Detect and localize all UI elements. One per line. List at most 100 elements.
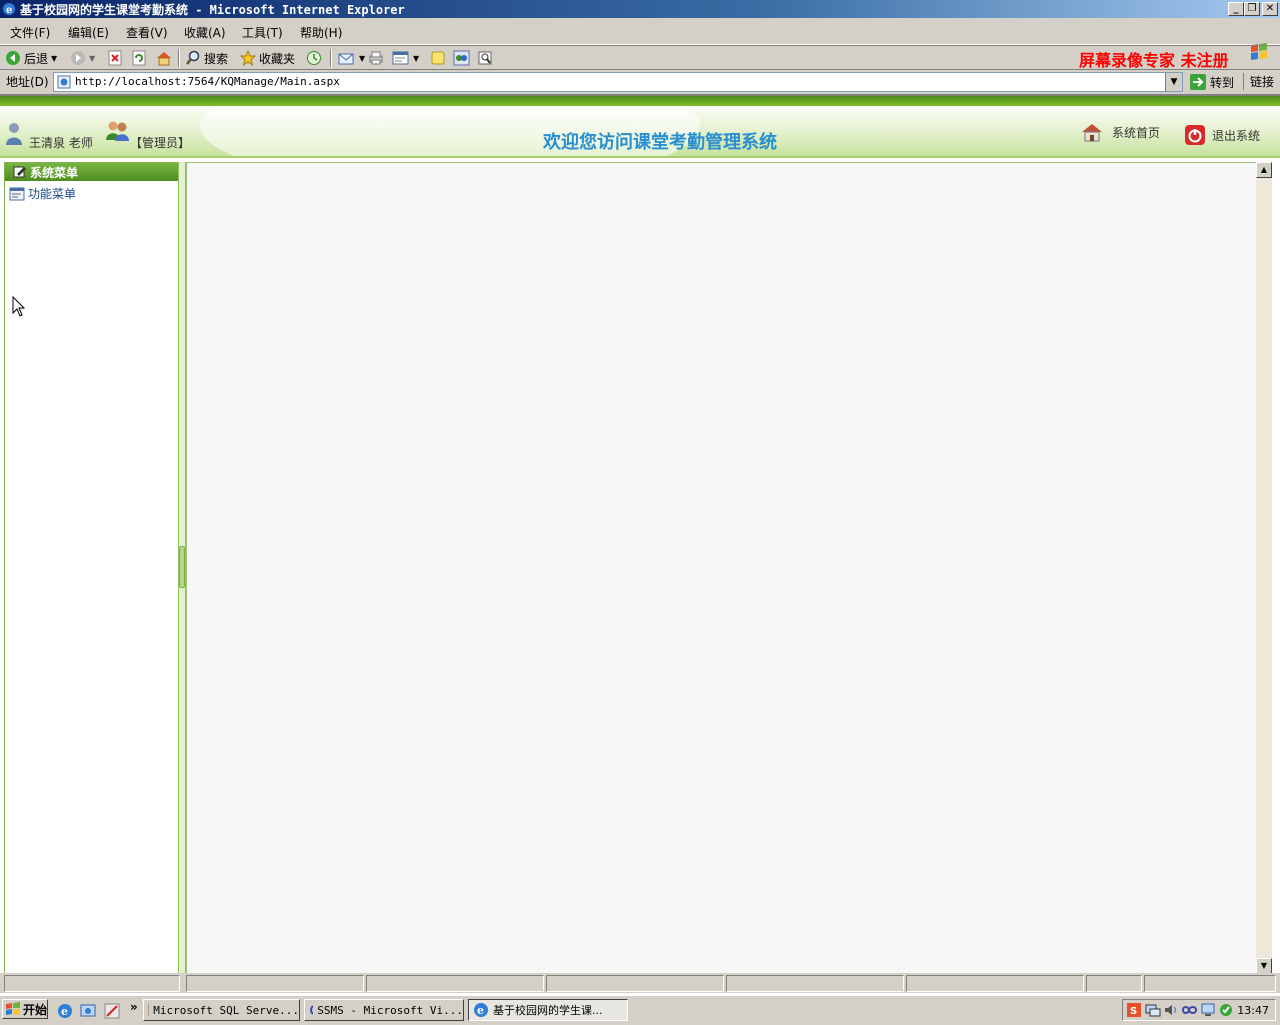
stop-icon (108, 50, 122, 66)
discuss-button[interactable] (430, 49, 446, 67)
sidebar-header: 系统菜单 (5, 163, 178, 181)
menu-view[interactable]: 查看(V) (126, 24, 168, 41)
window-title-bar[interactable]: e 基于校园网的学生课堂考勤系统 - Microsoft Internet Ex… (0, 0, 1280, 18)
minimize-button[interactable]: _ (1228, 2, 1244, 16)
windows-flag-icon (5, 1002, 21, 1016)
menu-list-icon (9, 187, 25, 201)
print-button[interactable] (368, 49, 384, 67)
status-bar (0, 973, 1280, 993)
history-button[interactable] (306, 49, 322, 67)
menu-file[interactable]: 文件(F) (10, 24, 50, 41)
close-button[interactable]: ✕ (1262, 2, 1278, 16)
vertical-scrollbar[interactable]: ▲ ▼ (1256, 162, 1272, 974)
sidebar-item-function-menu[interactable]: 功能菜单 (9, 185, 76, 202)
svg-text:e: e (6, 5, 12, 16)
scroll-up-icon[interactable]: ▲ (1256, 162, 1272, 178)
mail-button[interactable]: ▼ (338, 49, 365, 67)
computer-tray-icon[interactable] (1201, 1003, 1215, 1020)
system-home-label: 系统首页 (1112, 124, 1160, 141)
sound-icon[interactable] (1163, 1003, 1179, 1020)
search-label: 搜索 (204, 50, 228, 67)
go-button[interactable]: 转到 (1189, 73, 1234, 91)
stop-button[interactable] (108, 49, 122, 67)
svg-text:e: e (477, 1004, 484, 1017)
logout-label: 退出系统 (1212, 127, 1260, 144)
refresh-icon (132, 50, 146, 66)
go-arrow-icon (1189, 73, 1207, 91)
menu-edit[interactable]: 编辑(E) (68, 24, 109, 41)
security-tray-icon[interactable] (1219, 1003, 1233, 1020)
back-label: 后退 (24, 50, 48, 67)
taskbar-item-label: 基于校园网的学生课... (493, 1002, 603, 1018)
start-button[interactable]: 开始 (2, 999, 48, 1019)
quicklaunch-overflow-icon[interactable]: » (130, 1000, 138, 1014)
messenger-button[interactable] (453, 49, 471, 67)
mouse-cursor-icon (12, 296, 26, 321)
edit-note-icon (13, 166, 27, 178)
status-cell (366, 975, 544, 992)
system-home-link[interactable]: 系统首页 (1080, 122, 1160, 142)
frame-splitter[interactable] (178, 162, 186, 974)
taskbar-item-label: Microsoft SQL Serve... (153, 1004, 299, 1017)
history-icon (306, 50, 322, 66)
forward-button[interactable]: ▼ (70, 49, 95, 67)
home-icon (155, 50, 173, 66)
refresh-button[interactable] (132, 49, 146, 67)
home-button[interactable] (155, 49, 173, 67)
address-input[interactable]: http://localhost:7564/KQManage/Main.aspx… (53, 72, 1183, 92)
visual-studio-icon (309, 1002, 313, 1018)
status-cell (726, 975, 904, 992)
address-url: http://localhost:7564/KQManage/Main.aspx (75, 75, 340, 88)
scroll-down-icon[interactable]: ▼ (1256, 958, 1272, 974)
quicklaunch-desktop-icon[interactable] (80, 1003, 96, 1022)
logout-link[interactable]: 退出系统 (1184, 124, 1260, 146)
taskbar-item-sql-server[interactable]: Microsoft SQL Serve... (143, 999, 300, 1021)
menu-favorites[interactable]: 收藏(A) (184, 24, 226, 41)
links-button[interactable]: 链接 (1243, 73, 1274, 90)
edit-dropdown-icon[interactable]: ▼ (413, 54, 419, 63)
back-arrow-icon (5, 50, 21, 66)
main-content-frame (186, 162, 1257, 976)
edit-button[interactable]: ▼ (392, 49, 419, 67)
menu-bar: 文件(F) 编辑(E) 查看(V) 收藏(A) 工具(T) 帮助(H) 屏幕录像… (0, 20, 1280, 45)
taskbar-item-ssms[interactable]: SSMS - Microsoft Vi... (304, 999, 464, 1021)
edit-page-icon (392, 50, 410, 66)
browser-viewport: 王清泉 老师 【管理员】 欢迎您访问课堂考勤管理系统 系统首页 退出系统 系统菜… (0, 94, 1280, 995)
sidebar-item-label: 功能菜单 (28, 185, 76, 202)
toolbar-separator (330, 49, 332, 67)
toolbar-separator (178, 49, 180, 67)
network-icon[interactable] (1145, 1003, 1161, 1020)
mail-dropdown-icon[interactable]: ▼ (359, 54, 365, 63)
menu-tools[interactable]: 工具(T) (242, 24, 283, 41)
taskbar-item-label: SSMS - Microsoft Vi... (317, 1004, 463, 1017)
ie-window-icon: e (473, 1002, 489, 1018)
search-button[interactable]: 搜索 (185, 49, 228, 67)
power-icon (1184, 124, 1206, 146)
back-button[interactable]: 后退 ▼ (5, 49, 57, 67)
research-button[interactable] (477, 49, 493, 67)
favorites-button[interactable]: 收藏夹 (240, 49, 295, 67)
address-dropdown-icon[interactable]: ▼ (1165, 73, 1182, 91)
go-label: 转到 (1210, 74, 1234, 91)
splitter-handle[interactable] (179, 546, 185, 588)
favorites-label: 收藏夹 (259, 50, 295, 67)
quicklaunch-ie-icon[interactable]: e (57, 1003, 73, 1022)
vs-tray-icon[interactable] (1181, 1003, 1199, 1020)
forward-arrow-icon (70, 50, 86, 66)
restore-button[interactable]: ❐ (1244, 2, 1260, 16)
status-cell-main (4, 975, 180, 992)
quicklaunch-app-icon[interactable] (104, 1003, 120, 1022)
discuss-note-icon (430, 50, 446, 66)
search-icon (185, 50, 201, 66)
top-green-band (0, 96, 1280, 106)
sql-server-icon (148, 1002, 149, 1018)
back-dropdown-icon[interactable]: ▼ (51, 54, 57, 63)
status-cell (906, 975, 1084, 992)
forward-dropdown-icon[interactable]: ▼ (89, 54, 95, 63)
status-cell-zone (1144, 975, 1276, 992)
taskbar-item-ie-window[interactable]: e 基于校园网的学生课... (468, 999, 628, 1021)
ime-s-icon[interactable]: S (1127, 1003, 1141, 1020)
house-icon (1080, 122, 1104, 142)
menu-help[interactable]: 帮助(H) (300, 24, 342, 41)
status-cell (546, 975, 724, 992)
